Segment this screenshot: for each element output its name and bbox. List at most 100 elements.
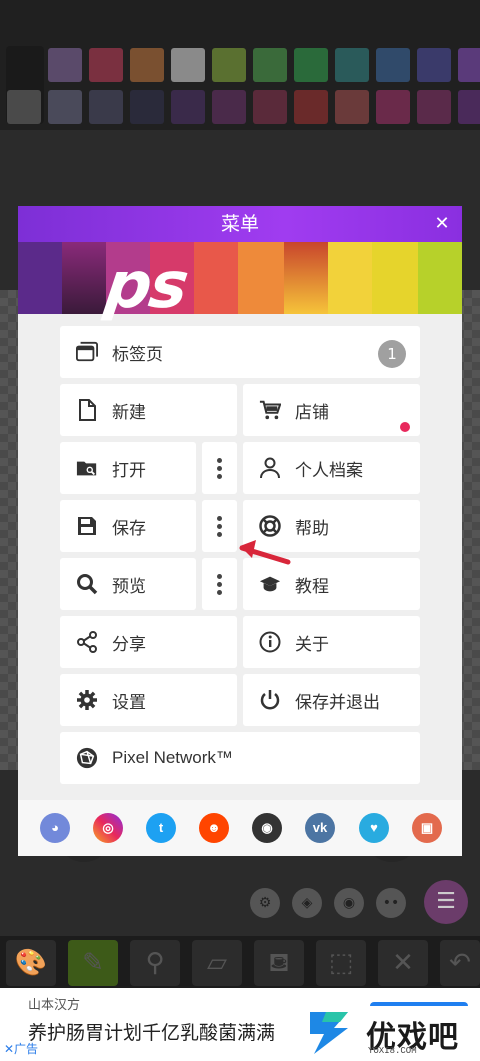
- reddit-icon[interactable]: ☻: [199, 813, 229, 843]
- about-label: 关于: [295, 634, 329, 655]
- preview-button[interactable]: 预览: [60, 558, 196, 610]
- cart-icon: [259, 399, 281, 421]
- color-swatch[interactable]: [212, 90, 246, 124]
- color-swatch[interactable]: [417, 48, 451, 82]
- tutorial-label: 教程: [295, 576, 329, 597]
- color-swatch[interactable]: [376, 90, 410, 124]
- twitter-icon[interactable]: t: [146, 813, 176, 843]
- save-and-exit-label: 保存并退出: [295, 692, 380, 713]
- color-swatch[interactable]: [7, 90, 41, 124]
- color-swatch[interactable]: [130, 48, 164, 82]
- preview-label: 预览: [112, 576, 146, 597]
- save-button[interactable]: 保存: [60, 500, 196, 552]
- tabs-count-badge: 1: [378, 340, 406, 368]
- color-swatch[interactable]: [376, 48, 410, 82]
- power-icon: [259, 689, 281, 711]
- settings-button[interactable]: 设置: [60, 674, 237, 726]
- discord-icon[interactable]: ◕: [40, 813, 70, 843]
- eyedropper-tool-icon[interactable]: ⚲: [130, 940, 180, 986]
- color-swatch[interactable]: [130, 90, 164, 124]
- menu-dialog: 菜单 ✕ ps 标签页 1 新建 店铺 打开 个人档案 保存 帮助 预览 教程 …: [18, 206, 462, 856]
- magnifier-icon: [76, 573, 98, 595]
- open-more-icon[interactable]: [202, 442, 237, 494]
- bucket-tool-icon[interactable]: ⛾: [254, 940, 304, 986]
- help-label: 帮助: [295, 518, 329, 539]
- new-label: 新建: [112, 402, 146, 423]
- vk-icon[interactable]: vk: [305, 813, 335, 843]
- ps-logo: ps: [100, 249, 192, 323]
- shop-label: 店铺: [295, 402, 329, 423]
- github-icon[interactable]: ◉: [252, 813, 282, 843]
- tools-icon[interactable]: ✕: [378, 940, 428, 986]
- folder-search-icon: [76, 457, 98, 479]
- color-swatch[interactable]: [89, 90, 123, 124]
- color-swatch[interactable]: [294, 48, 328, 82]
- color-swatch[interactable]: [458, 48, 480, 82]
- info-icon: [259, 631, 281, 653]
- lifebuoy-icon: [259, 515, 281, 537]
- open-button[interactable]: 打开: [60, 442, 196, 494]
- share-icon: [76, 631, 98, 653]
- menu-header: 菜单 ✕: [18, 206, 462, 242]
- social-links-bar: ◕ ◎ t ☻ ◉ vk ♥ ▣: [18, 800, 462, 856]
- kofi-icon[interactable]: ♥: [359, 813, 389, 843]
- floppy-icon: [76, 515, 98, 537]
- share-button[interactable]: 分享: [60, 616, 237, 668]
- open-label: 打开: [112, 460, 146, 481]
- save-label: 保存: [112, 518, 146, 539]
- eye-mini-icon[interactable]: ◉: [334, 888, 364, 918]
- tabs-label: 标签页: [112, 344, 163, 365]
- color-swatch[interactable]: [253, 48, 287, 82]
- gameboy-icon[interactable]: ▣: [412, 813, 442, 843]
- about-button[interactable]: 关于: [243, 616, 420, 668]
- person-icon: [259, 457, 281, 479]
- watermark-url: YOXI8.COM: [368, 1046, 417, 1056]
- ad-close-tag[interactable]: ✕广告: [4, 1040, 38, 1057]
- graduation-cap-icon: [259, 573, 281, 595]
- ad-brand: 山本汉方: [28, 998, 81, 1013]
- pencil-tool-icon[interactable]: ✎: [68, 940, 118, 986]
- color-swatch[interactable]: [458, 90, 480, 124]
- save-more-icon[interactable]: [202, 500, 237, 552]
- eraser-tool-icon[interactable]: ▱: [192, 940, 242, 986]
- tabs-icon: [76, 341, 98, 363]
- annotation-arrow-icon: [239, 540, 291, 565]
- close-icon[interactable]: ✕: [430, 206, 454, 242]
- color-swatch[interactable]: [171, 48, 205, 82]
- menu-fab-icon[interactable]: ☰: [424, 880, 468, 924]
- undo-icon[interactable]: ↶: [440, 940, 480, 986]
- new-button[interactable]: 新建: [60, 384, 237, 436]
- settings-label: 设置: [112, 692, 146, 713]
- app-banner: ps: [18, 242, 462, 323]
- layers-mini-icon[interactable]: ◈: [292, 888, 322, 918]
- color-swatch[interactable]: [171, 90, 205, 124]
- pixel-network-button[interactable]: Pixel Network™: [60, 732, 420, 784]
- color-swatch[interactable]: [294, 90, 328, 124]
- select-tool-icon[interactable]: ⬚: [316, 940, 366, 986]
- color-swatch[interactable]: [89, 48, 123, 82]
- profile-button[interactable]: 个人档案: [243, 442, 420, 494]
- menu-title: 菜单: [220, 213, 259, 235]
- shop-button[interactable]: 店铺: [243, 384, 420, 436]
- notification-dot: [400, 422, 410, 432]
- share-label: 分享: [112, 634, 146, 655]
- color-swatch[interactable]: [48, 48, 82, 82]
- settings-mini-icon[interactable]: ⚙: [250, 888, 280, 918]
- palette-tool-icon[interactable]: 🎨: [6, 940, 56, 986]
- ad-text: 养护肠胃计划千亿乳酸菌满满: [28, 1022, 276, 1044]
- save-and-exit-button[interactable]: 保存并退出: [243, 674, 420, 726]
- more-mini-icon[interactable]: ••: [376, 888, 406, 918]
- file-icon: [76, 399, 98, 421]
- profile-label: 个人档案: [295, 460, 363, 481]
- color-swatch[interactable]: [253, 90, 287, 124]
- tabs-button[interactable]: 标签页 1: [60, 326, 420, 378]
- preview-more-icon[interactable]: [202, 558, 237, 610]
- color-swatch[interactable]: [335, 48, 369, 82]
- pixel-network-label: Pixel Network™: [112, 748, 233, 767]
- color-swatch[interactable]: [48, 90, 82, 124]
- color-swatch[interactable]: [212, 48, 246, 82]
- color-swatch[interactable]: [417, 90, 451, 124]
- instagram-icon[interactable]: ◎: [93, 813, 123, 843]
- network-globe-icon: [76, 747, 98, 769]
- color-swatch[interactable]: [335, 90, 369, 124]
